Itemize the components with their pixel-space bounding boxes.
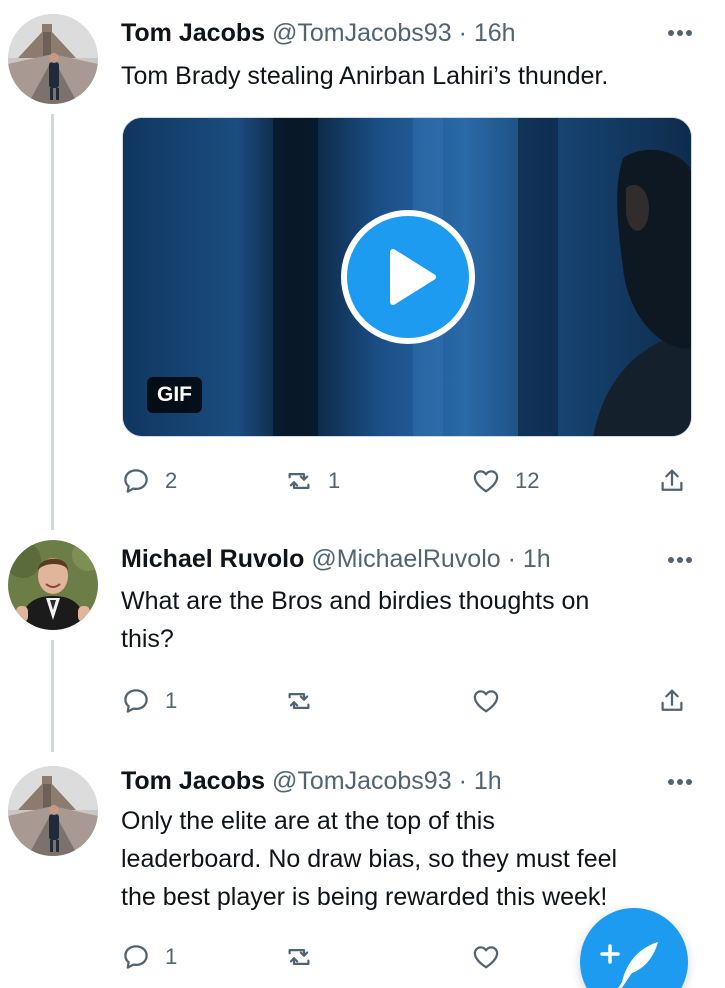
handle[interactable]: @MichaelRuvolo	[311, 545, 500, 573]
retweet-button[interactable]: 1	[284, 461, 340, 501]
timestamp[interactable]: 16h	[474, 19, 516, 47]
share-button[interactable]	[657, 461, 687, 501]
display-name[interactable]: Tom Jacobs	[121, 767, 265, 795]
like-button[interactable]	[471, 937, 501, 977]
tweet-text: Tom Brady stealing Anirban Lahiri’s thun…	[121, 62, 609, 90]
share-button[interactable]	[657, 681, 687, 721]
reply-button[interactable]: 1	[121, 681, 177, 721]
reply-button[interactable]: 2	[121, 461, 177, 501]
like-button[interactable]	[471, 681, 501, 721]
tweet-text-line: Only the elite are at the top of this	[121, 807, 495, 835]
avatar[interactable]	[8, 540, 98, 630]
share-icon	[657, 466, 687, 496]
like-icon	[471, 686, 501, 716]
separator: ·	[458, 767, 467, 795]
separator: ·	[458, 19, 467, 47]
tweet-actions: 2 1 12	[121, 461, 725, 501]
retweet-icon	[284, 466, 314, 496]
play-button[interactable]	[341, 210, 475, 344]
reply-icon	[121, 686, 151, 716]
handle[interactable]: @TomJacobs93	[272, 19, 452, 47]
play-icon	[390, 249, 436, 305]
compose-tweet-button[interactable]	[580, 908, 688, 988]
timestamp[interactable]: 1h	[523, 545, 551, 573]
tweet-header: Tom Jacobs @TomJacobs93 · 16h	[121, 17, 685, 49]
tweet-text: What are the Bros and birdies thoughts o…	[121, 582, 701, 658]
gif-badge: GIF	[147, 377, 202, 413]
tweet[interactable]: Tom Jacobs @TomJacobs93 · 16h Tom Brady …	[0, 0, 725, 530]
retweet-button[interactable]	[284, 937, 314, 977]
tweet-header: Michael Ruvolo @MichaelRuvolo · 1h	[121, 543, 685, 575]
reply-button[interactable]: 1	[121, 937, 177, 977]
tweet-text-line: leaderboard. No draw bias, so they must …	[121, 845, 618, 873]
like-icon	[471, 942, 501, 972]
separator: ·	[507, 545, 516, 573]
tweet-text: Only the elite are at the top of this le…	[121, 802, 701, 916]
reply-count: 2	[165, 468, 178, 493]
avatar[interactable]	[8, 766, 98, 856]
reply-icon	[121, 466, 151, 496]
tweet-thread: Tom Jacobs @TomJacobs93 · 16h Tom Brady …	[0, 0, 725, 988]
handle[interactable]: @TomJacobs93	[272, 767, 452, 795]
more-icon[interactable]	[667, 556, 693, 564]
retweet-button[interactable]	[284, 681, 314, 721]
like-icon	[471, 466, 501, 496]
like-button[interactable]: 12	[471, 461, 539, 501]
tweet-header: Tom Jacobs @TomJacobs93 · 1h	[121, 765, 685, 797]
gif-media[interactable]: GIF	[122, 117, 692, 437]
tweet-actions: 1	[121, 681, 725, 721]
avatar[interactable]	[8, 14, 98, 104]
reply-icon	[121, 942, 151, 972]
tweet-text-line: What are the Bros and birdies thoughts o…	[121, 587, 590, 615]
retweet-count: 1	[328, 468, 341, 493]
tweet[interactable]: Michael Ruvolo @MichaelRuvolo · 1h What …	[0, 530, 725, 752]
display-name[interactable]: Michael Ruvolo	[121, 545, 304, 573]
thread-connector	[51, 640, 54, 752]
more-icon[interactable]	[667, 29, 693, 37]
more-icon[interactable]	[667, 778, 693, 786]
share-icon	[657, 686, 687, 716]
thread-connector	[51, 114, 54, 530]
retweet-icon	[284, 686, 314, 716]
timestamp[interactable]: 1h	[474, 767, 502, 795]
retweet-icon	[284, 942, 314, 972]
compose-feather-icon	[600, 942, 658, 988]
reply-count: 1	[165, 688, 178, 713]
like-count: 12	[515, 468, 540, 493]
reply-count: 1	[165, 944, 178, 969]
display-name[interactable]: Tom Jacobs	[121, 19, 265, 47]
tweet-text-line: this?	[121, 625, 174, 653]
